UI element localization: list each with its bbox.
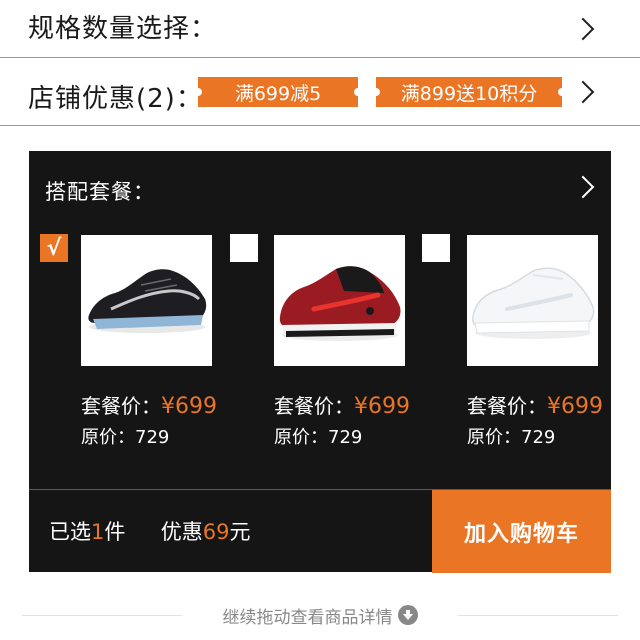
bundle-title: 搭配套餐： xyxy=(45,180,155,204)
original-price: 原价：729 xyxy=(81,423,169,449)
discount-unit: 元 xyxy=(229,520,251,544)
drag-for-details-hint[interactable]: 继续拖动查看商品详情 xyxy=(0,600,640,630)
original-price: 原价：729 xyxy=(467,423,555,449)
bundle-price: 套餐价：¥699 xyxy=(81,390,217,419)
selected-unit: 件 xyxy=(104,520,126,544)
bundle-price-label: 套餐价： xyxy=(274,394,354,418)
shop-discount-row[interactable]: 店铺优惠(2)： 满699减5 满899送10积分 xyxy=(0,58,640,126)
chevron-right-icon[interactable] xyxy=(571,80,595,104)
product-image-white-sneaker[interactable] xyxy=(467,235,598,366)
coupon-notch xyxy=(354,88,362,96)
bundle-price-value: ¥699 xyxy=(161,394,217,419)
original-price-label: 原价： xyxy=(81,427,135,448)
product-image-black-running-shoe[interactable] xyxy=(81,235,212,366)
bundle-price-label: 套餐价： xyxy=(81,394,161,418)
arrow-down-circle-icon xyxy=(397,605,418,625)
shop-discount-label: 店铺优惠(2)： xyxy=(28,84,203,114)
bundle-item-checkbox[interactable] xyxy=(230,234,258,262)
bundle-price: 套餐价：¥699 xyxy=(467,390,603,419)
coupon-tag[interactable]: 满699减5 xyxy=(194,77,362,107)
chevron-right-icon[interactable] xyxy=(571,17,595,41)
bundle-price-value: ¥699 xyxy=(354,394,410,419)
drag-for-details-label: 继续拖动查看商品详情 xyxy=(222,607,393,628)
discount-prefix: 优惠 xyxy=(160,520,203,544)
coupon-text: 满899送10积分 xyxy=(400,82,538,105)
original-price-value: 729 xyxy=(521,427,556,448)
product-image-red-black-sneaker[interactable] xyxy=(274,235,405,366)
original-price: 原价：729 xyxy=(274,423,362,449)
selected-prefix: 已选 xyxy=(49,520,91,544)
bundle-price: 套餐价：¥699 xyxy=(274,390,410,419)
coupon-notch xyxy=(194,88,202,96)
bundle-price-label: 套餐价： xyxy=(467,394,547,418)
original-price-label: 原价： xyxy=(274,427,328,448)
selected-count: 1 xyxy=(91,520,105,544)
spec-select-row[interactable]: 规格数量选择： xyxy=(0,0,640,58)
bundle-item-checkbox[interactable]: √ xyxy=(40,234,68,262)
coupon-notch xyxy=(558,88,566,96)
bundle-footer: 已选1件 优惠69元 加入购物车 xyxy=(29,489,611,573)
bundle-price-value: ¥699 xyxy=(547,394,603,419)
original-price-value: 729 xyxy=(328,427,363,448)
chevron-right-icon[interactable] xyxy=(571,175,595,199)
selected-summary: 已选1件 优惠69元 xyxy=(49,516,250,546)
coupon-tag[interactable]: 满899送10积分 xyxy=(372,77,566,107)
spec-select-label: 规格数量选择： xyxy=(28,14,218,44)
check-mark-icon: √ xyxy=(46,235,62,261)
bundle-item-checkbox[interactable] xyxy=(422,234,450,262)
coupon-notch xyxy=(372,88,380,96)
original-price-value: 729 xyxy=(135,427,170,448)
bundle-panel: 搭配套餐： √ 套餐价：¥699 原价：729 套餐价：¥699 原价：729 … xyxy=(29,151,611,573)
coupon-text: 满699减5 xyxy=(234,82,322,105)
add-to-cart-button[interactable]: 加入购物车 xyxy=(432,490,611,573)
original-price-label: 原价： xyxy=(467,427,521,448)
discount-value: 69 xyxy=(202,520,230,544)
